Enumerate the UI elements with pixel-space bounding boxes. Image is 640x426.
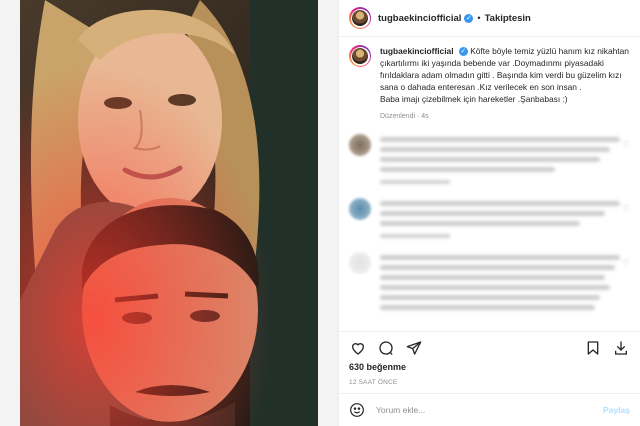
post-sidebar: tugbaekinciofficial ✓ • Takiptesin tugba… — [338, 0, 640, 426]
comment-like-icon[interactable]: ♡ — [622, 258, 630, 267]
caption-text: tugbaekinciofficial ✓ Köfte böyle temiz … — [380, 45, 630, 105]
profile-avatar[interactable] — [349, 7, 371, 29]
instagram-post: tugbaekinciofficial ✓ • Takiptesin tugba… — [0, 0, 640, 426]
comment-input[interactable] — [374, 404, 604, 416]
header-separator: • — [477, 13, 481, 23]
like-count[interactable]: 630 beğenme — [339, 362, 640, 372]
comment-like-icon[interactable]: ♡ — [622, 204, 630, 213]
blurred-comment: ♡ — [349, 198, 630, 238]
paper-plane-icon[interactable] — [405, 339, 423, 357]
comment-icon[interactable] — [377, 339, 395, 357]
following-button[interactable]: Takiptesin — [485, 13, 531, 24]
caption-avatar[interactable] — [349, 45, 371, 67]
comment-like-icon[interactable]: ♡ — [622, 140, 630, 149]
comments-section: tugbaekinciofficial ✓ Köfte böyle temiz … — [339, 37, 640, 331]
blurred-comment: ♡ — [349, 134, 630, 184]
photo-illustration — [0, 0, 338, 426]
heart-icon[interactable] — [349, 339, 367, 357]
caption-body-2: Baba imajı çizebilmek için hareketler .Ş… — [380, 94, 568, 104]
download-icon[interactable] — [612, 339, 630, 357]
comment-avatar — [349, 134, 371, 156]
post-comment-button[interactable]: Paylaş — [603, 405, 630, 415]
post-caption: tugbaekinciofficial ✓ Köfte böyle temiz … — [349, 45, 630, 105]
verified-badge-icon: ✓ — [464, 13, 474, 23]
post-photo[interactable] — [0, 0, 338, 426]
smiley-icon[interactable] — [349, 402, 365, 418]
caption-verified-badge-icon: ✓ — [458, 47, 468, 57]
action-bar — [339, 331, 640, 364]
post-header: tugbaekinciofficial ✓ • Takiptesin — [339, 0, 640, 37]
caption-meta: Düzenlendi · 4s — [380, 113, 429, 120]
post-timestamp: 12 SAAT ÖNCE — [349, 379, 398, 386]
add-comment-bar: Paylaş — [339, 393, 640, 426]
bookmark-icon[interactable] — [584, 339, 602, 357]
blurred-comment: ♡ — [349, 252, 630, 315]
header-username[interactable]: tugbaekinciofficial — [378, 13, 461, 24]
comment-avatar — [349, 252, 371, 274]
caption-username[interactable]: tugbaekinciofficial — [380, 46, 454, 56]
comment-avatar — [349, 198, 371, 220]
